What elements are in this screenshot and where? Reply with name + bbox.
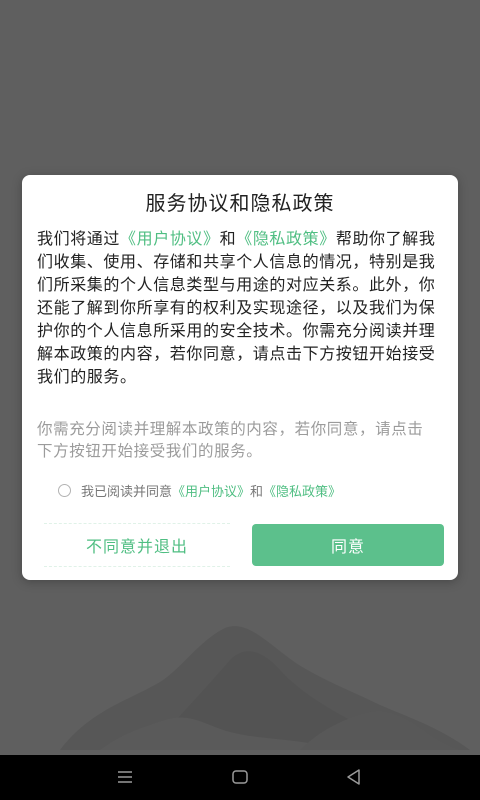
consent-user-agreement-link[interactable]: 《用户协议》 <box>172 481 250 500</box>
privacy-policy-link[interactable]: 《隐私政策》 <box>236 229 336 248</box>
navigation-bar <box>0 755 480 800</box>
intro-text-part: 帮助你了解我们收集、使用、存储和共享个人信息的情况，特别是我们所采集的个人信息类… <box>37 229 436 386</box>
notice-text: 你需充分阅读并理解本政策的内容，若你同意，请点击下方按钮开始接受我们的服务。 <box>37 420 424 460</box>
consent-privacy-policy-link[interactable]: 《隐私政策》 <box>263 481 341 500</box>
user-agreement-link[interactable]: 《用户协议》 <box>120 229 220 248</box>
consent-row[interactable]: 我已阅读并同意 《用户协议》 和 《隐私政策》 <box>58 479 438 501</box>
menu-icon[interactable] <box>114 766 136 788</box>
decline-button[interactable]: 不同意并退出 <box>44 523 230 567</box>
mountain-landscape-background <box>60 626 470 750</box>
consent-prefix: 我已阅读并同意 <box>81 484 173 500</box>
consent-and-text: 和 <box>250 484 264 500</box>
policy-intro-text: 我们将通过《用户协议》和《隐私政策》帮助你了解我们收集、使用、存储和共享个人信息… <box>37 227 445 388</box>
home-icon[interactable] <box>229 766 251 788</box>
intro-text-part: 和 <box>219 229 237 248</box>
agree-button[interactable]: 同意 <box>252 524 444 566</box>
consent-radio[interactable] <box>58 483 71 497</box>
privacy-dialog: 服务协议和隐私政策 我们将通过《用户协议》和《隐私政策》帮助你了解我们收集、使用… <box>22 175 458 580</box>
dialog-title: 服务协议和隐私政策 <box>145 191 335 215</box>
intro-text-part: 我们将通过 <box>37 229 121 248</box>
back-icon[interactable] <box>343 766 365 788</box>
